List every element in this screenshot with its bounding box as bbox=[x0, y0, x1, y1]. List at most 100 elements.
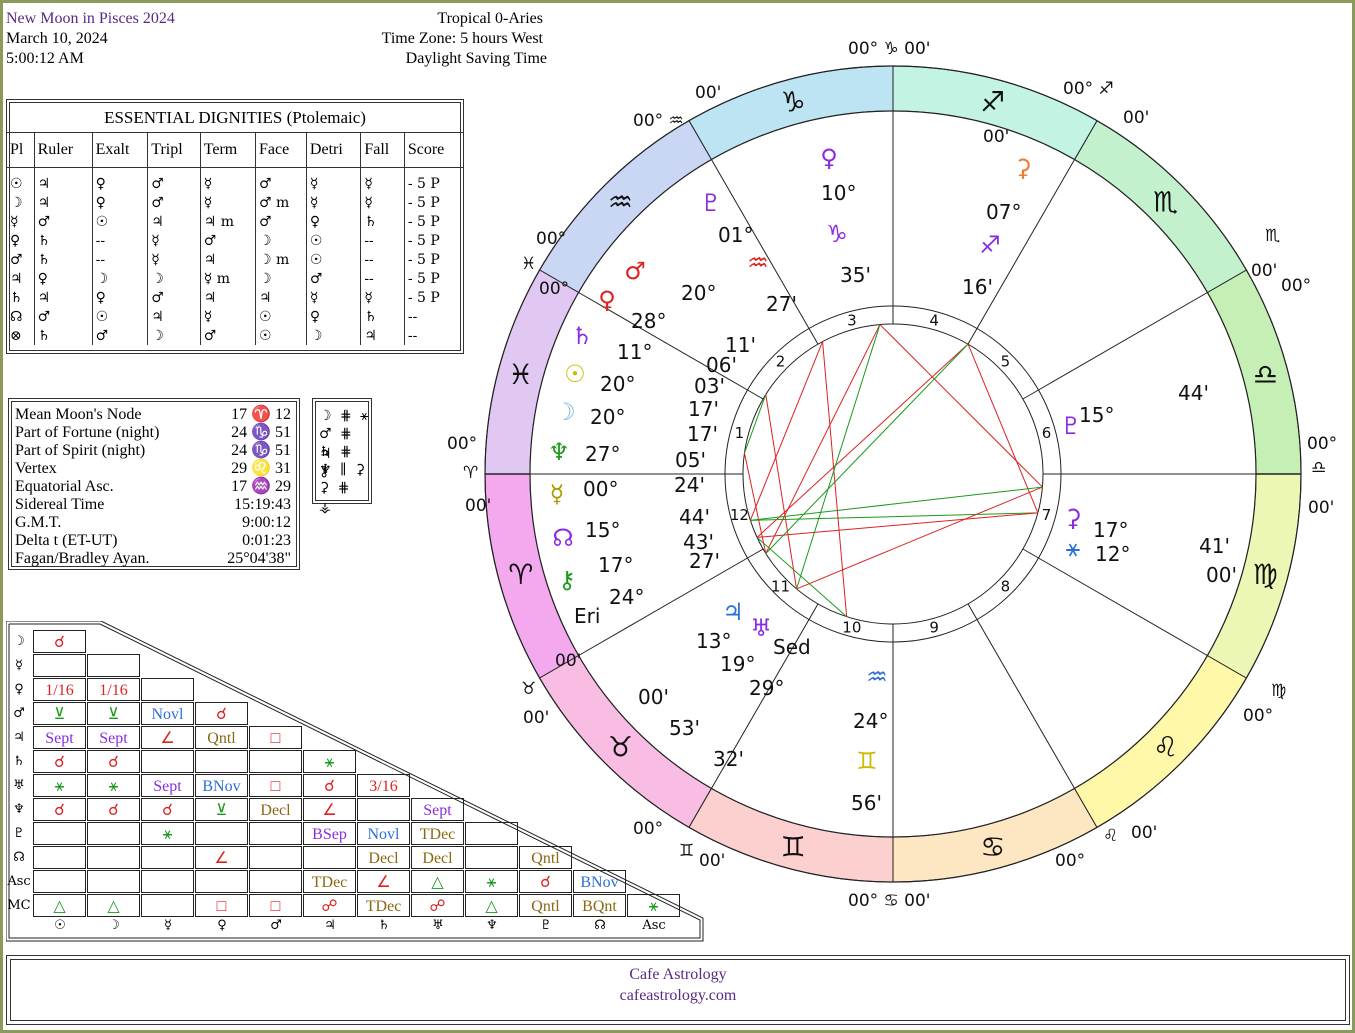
aspect-cell: Novl bbox=[357, 822, 410, 845]
aspect-cell: ⊻ bbox=[195, 798, 248, 821]
dignities-cell: ☽ m bbox=[255, 250, 307, 269]
cusp-label: 00° bbox=[1243, 706, 1273, 726]
planet-degree-label: 13° bbox=[696, 629, 731, 653]
planet-degree-label: 15° bbox=[1079, 403, 1114, 427]
point-label: Part of Spirit (night) bbox=[15, 442, 146, 459]
point-value: 24 ♑ 51 bbox=[231, 442, 291, 459]
natal-chart-wheel: ♈♉♊ ♋♌♍♎♏♐♑♒♓123 45678910111200° ♑ 00'00'0… bbox=[447, 39, 1337, 911]
planet-degree-label: 17' bbox=[688, 397, 719, 421]
aspect-cell: ⚹ bbox=[33, 774, 86, 797]
dignities-cell: ☿ bbox=[199, 193, 256, 212]
footer-url[interactable]: cafeastrology.com bbox=[7, 987, 1349, 1005]
dignities-row: ⊗ ♄ ♂ ☽ ♂ ☉ ☽ ♃ -- bbox=[7, 326, 463, 345]
zodiac-sign-glyph: ♒ bbox=[608, 185, 633, 218]
cusp-label: ♎ bbox=[1311, 458, 1326, 478]
dignities-cell: ♂ bbox=[91, 326, 148, 345]
dignities-cell: -- bbox=[360, 269, 405, 288]
planet-glyph: ♀ bbox=[598, 286, 616, 314]
zodiac-sign-glyph: ♏ bbox=[1153, 185, 1178, 218]
dignities-cell: ♃ bbox=[33, 167, 93, 193]
aspect-cell bbox=[141, 870, 194, 893]
planet-glyph: ☽ bbox=[554, 398, 576, 426]
dignities-cell: ♀ bbox=[91, 288, 148, 307]
zodiac-sign-glyph: ♈ bbox=[508, 558, 533, 591]
aspect-cell: ☌ bbox=[87, 750, 140, 773]
aspect-cell bbox=[141, 750, 194, 773]
point-value: 9:00:12 bbox=[242, 514, 291, 531]
aspect-cell: □ bbox=[249, 774, 302, 797]
dignities-cell: ☽ bbox=[91, 269, 148, 288]
dignities-cell: ♂ bbox=[33, 307, 93, 326]
dignities-cell: ♄ bbox=[33, 326, 93, 345]
dignities-cell: ☽ bbox=[10, 194, 23, 211]
planet-glyph: ♀ bbox=[820, 144, 838, 172]
aspect-cell: ∠ bbox=[303, 798, 356, 821]
chart-date: March 10, 2024 bbox=[6, 30, 108, 47]
planet-degree-label: 27° bbox=[585, 442, 620, 466]
point-label: Fagan/Bradley Ayan. bbox=[15, 550, 150, 567]
aspect-cell: ☍ bbox=[303, 894, 356, 917]
dignities-row: ☽ ♃ ♀ ♂ ☿ ♂ m ☿ ☿ - 5 P bbox=[7, 193, 463, 212]
planet-degree-label: 10° bbox=[821, 181, 856, 205]
dignities-cell: ♃ m bbox=[199, 212, 256, 231]
dignities-cell: ♄ bbox=[33, 250, 93, 269]
aspect-cell: 3/16 bbox=[357, 774, 410, 797]
aspect-cell bbox=[303, 846, 356, 869]
planet-degree-label: 00' bbox=[638, 685, 669, 709]
aspect-cell: ⊻ bbox=[87, 702, 140, 725]
cusp-label: 00° bbox=[536, 229, 566, 249]
dignities-row: ☿ ♂ ☉ ♃ ♃ m ♂ ♀ ♄ - 5 P bbox=[7, 212, 463, 231]
house-number: 3 bbox=[847, 311, 857, 329]
house-number: 11 bbox=[771, 577, 790, 595]
aspect-cell: ∠ bbox=[141, 726, 194, 749]
aspect-col-label: ☿ bbox=[164, 918, 172, 933]
dignities-cell: ♄ bbox=[360, 307, 405, 326]
aspect-cell bbox=[195, 822, 248, 845]
aspect-cell: Decl bbox=[249, 798, 302, 821]
point-row: Delta t (ET-UT) 0:01:23 bbox=[15, 532, 291, 550]
cusp-label: 00' bbox=[1123, 108, 1149, 128]
aspect-row-label: ♅ bbox=[13, 778, 25, 793]
cusp-label: 00' bbox=[1251, 261, 1277, 281]
aspect-cell bbox=[357, 798, 410, 821]
dignities-caption: ESSENTIAL DIGNITIES (Ptolemaic) bbox=[104, 108, 366, 127]
cusp-label: 00' bbox=[1131, 823, 1157, 843]
aspect-cell: Qntl bbox=[195, 726, 248, 749]
zodiac-sign-glyph: ♑ bbox=[781, 86, 806, 119]
cusp-label: 00° bbox=[633, 819, 663, 839]
aspect-cell bbox=[33, 654, 86, 677]
planet-glyph: ⚹ bbox=[1066, 534, 1080, 562]
dignities-cell: ♃ bbox=[10, 270, 23, 287]
cusp-label: 00° ♑ 00' bbox=[848, 39, 931, 59]
dignities-row: ♂ ♄ -- ☿ ♃ ☽ m ☉ -- - 5 P bbox=[7, 250, 463, 269]
footer-brand[interactable]: Cafe Astrology bbox=[7, 966, 1349, 984]
point-row: Fagan/Bradley Ayan. 25°04'38" bbox=[15, 550, 291, 568]
dignities-cell: ♀ bbox=[91, 167, 148, 193]
aspect-cell: ⚹ bbox=[303, 750, 356, 773]
dignities-cell: ☽ bbox=[147, 269, 201, 288]
aspect-cell: □ bbox=[249, 894, 302, 917]
dignities-cell: ♄ bbox=[33, 231, 93, 250]
point-value: 24 ♑ 51 bbox=[231, 424, 291, 441]
point-label: Vertex bbox=[15, 460, 57, 477]
dignities-cell: ☽ bbox=[305, 326, 361, 345]
dignities-col-header: Detri bbox=[305, 132, 361, 168]
zodiac-sign-glyph: ♍ bbox=[1253, 558, 1278, 591]
aspect-cell: Sept bbox=[33, 726, 86, 749]
dignities-cell: ♃ bbox=[255, 288, 307, 307]
planet-glyph: ♂ bbox=[624, 257, 646, 285]
dignities-row: ☊ ♂ ☉ ♃ ☿ ☉ ♀ ♄ -- bbox=[7, 307, 463, 326]
cusp-label: ♏ bbox=[1265, 226, 1280, 246]
dignities-cell: ♂ m bbox=[255, 193, 307, 212]
planet-glyph: ⚳ bbox=[1064, 504, 1082, 532]
point-label: Mean Moon's Node bbox=[15, 406, 142, 423]
house-number: 6 bbox=[1042, 424, 1052, 442]
dignities-row: ♀ ♄ -- ☿ ♂ ☽ ☉ -- - 5 P bbox=[7, 231, 463, 250]
dignities-cell: -- bbox=[91, 231, 148, 250]
planet-degree-label: 19° bbox=[720, 652, 755, 676]
aspect-cell: ⚹ bbox=[141, 822, 194, 845]
aspect-cell bbox=[87, 654, 140, 677]
planet-degree-label: 00° bbox=[583, 477, 618, 501]
zodiac-sign-glyph: ♌ bbox=[1153, 731, 1178, 764]
cusp-label: 00° ♒ bbox=[633, 111, 684, 131]
